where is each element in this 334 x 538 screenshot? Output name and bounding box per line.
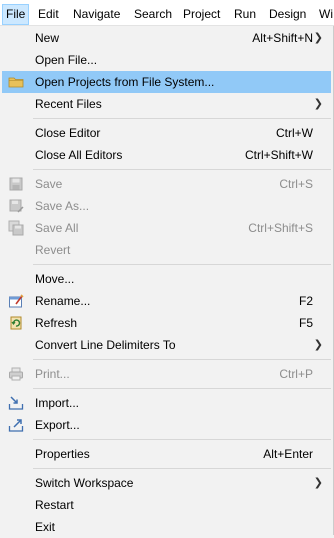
refresh-icon [10, 316, 22, 330]
menu-design-label: Design [269, 7, 307, 21]
menu-item-save-all[interactable]: Save All Ctrl+Shift+S [2, 217, 331, 239]
shortcut-label: Ctrl+W [276, 126, 313, 140]
menu-window-label: Wi [319, 7, 333, 21]
shortcut-label: Ctrl+S [279, 177, 313, 191]
submenu-arrow-icon: ❯ [313, 477, 323, 489]
menu-item-label: Open Projects from File System... [35, 75, 215, 89]
menu-project[interactable]: Project [180, 4, 223, 25]
menu-item-open-projects[interactable]: Open Projects from File System... [2, 71, 331, 93]
menu-item-label: Recent Files [35, 97, 102, 111]
menu-item-label: Refresh [35, 316, 78, 330]
menu-item-print[interactable]: Print... Ctrl+P [2, 363, 331, 385]
menu-run-label: Run [234, 7, 257, 21]
menu-item-recent-files[interactable]: Recent Files ❯ [2, 93, 331, 115]
menu-edit-label: Edit [38, 7, 59, 21]
menu-separator [33, 439, 331, 440]
menu-edit[interactable]: Edit [35, 4, 62, 25]
shortcut-label: Alt+Enter [263, 447, 313, 461]
menu-item-save[interactable]: Save Ctrl+S [2, 173, 331, 195]
shortcut-label: F5 [298, 316, 313, 330]
save-icon [9, 177, 23, 191]
export-icon [8, 419, 24, 432]
menu-item-restart[interactable]: Restart [2, 494, 331, 516]
print-icon [9, 367, 23, 381]
menu-item-label: Print... [35, 367, 70, 381]
menu-item-label: New [35, 31, 60, 45]
menu-item-new[interactable]: New Alt+Shift+N ❯ [2, 27, 331, 49]
menu-item-properties[interactable]: Properties Alt+Enter [2, 443, 331, 465]
menu-item-rename[interactable]: Rename... F2 [2, 290, 331, 312]
menu-item-convert-line-delimiters[interactable]: Convert Line Delimiters To ❯ [2, 334, 331, 356]
menu-item-label: Properties [35, 447, 90, 461]
menu-window[interactable]: Wi [316, 4, 334, 25]
shortcut-label: Ctrl+P [279, 367, 313, 381]
menu-item-label: Rename... [35, 294, 91, 308]
submenu-arrow-icon: ❯ [313, 339, 323, 351]
shortcut-label: Alt+Shift+N [252, 31, 313, 45]
menu-file[interactable]: File [2, 4, 30, 25]
menu-item-open-file[interactable]: Open File... [2, 49, 331, 71]
menu-separator [33, 118, 331, 119]
menu-separator [33, 388, 331, 389]
menu-separator [33, 468, 331, 469]
menu-separator [33, 169, 331, 170]
menu-separator [33, 359, 331, 360]
menu-item-label: Close All Editors [35, 148, 123, 162]
shortcut-label: Ctrl+Shift+S [248, 221, 313, 235]
menu-item-label: Convert Line Delimiters To [35, 338, 176, 352]
submenu-arrow-icon: ❯ [313, 32, 323, 44]
menu-navigate[interactable]: Navigate [70, 4, 123, 25]
menu-item-label: Revert [35, 243, 71, 257]
menu-item-export[interactable]: Export... [2, 414, 331, 436]
menu-item-label: Save [35, 177, 63, 191]
menu-item-close-editor[interactable]: Close Editor Ctrl+W [2, 122, 331, 144]
menu-separator [33, 264, 331, 265]
menu-item-switch-workspace[interactable]: Switch Workspace ❯ [2, 472, 331, 494]
shortcut-label: Ctrl+Shift+W [244, 148, 313, 162]
import-icon [8, 396, 24, 410]
menu-item-label: Save As... [35, 199, 90, 213]
menu-design[interactable]: Design [266, 4, 309, 25]
menu-navigate-label: Navigate [73, 7, 121, 21]
menu-item-refresh[interactable]: Refresh F5 [2, 312, 331, 334]
save-as-icon [9, 199, 24, 213]
menu-item-label: Switch Workspace [35, 476, 134, 490]
menu-item-label: Restart [35, 498, 74, 512]
menu-item-label: Save All [35, 221, 79, 235]
menu-item-import[interactable]: Import... [2, 392, 331, 414]
menu-item-label: Export... [35, 418, 80, 432]
menu-item-label: Open File... [35, 53, 98, 67]
menu-item-label: Move... [35, 272, 75, 286]
menu-search[interactable]: Search [131, 4, 175, 25]
menu-search-label: Search [134, 7, 173, 21]
menu-item-save-as[interactable]: Save As... [2, 195, 331, 217]
menu-item-move[interactable]: Move... [2, 268, 331, 290]
menu-item-label: Import... [35, 396, 80, 410]
menu-item-label: Close Editor [35, 126, 101, 140]
menu-item-close-all-editors[interactable]: Close All Editors Ctrl+Shift+W [2, 144, 331, 166]
submenu-arrow-icon: ❯ [313, 98, 323, 110]
save-all-icon [8, 220, 24, 236]
rename-icon [9, 294, 24, 308]
folder-icon [8, 77, 24, 88]
menu-item-revert[interactable]: Revert [2, 239, 331, 261]
menu-project-label: Project [183, 7, 221, 21]
menu-run[interactable]: Run [231, 4, 259, 25]
shortcut-label: F2 [298, 294, 313, 308]
menu-bar: File Edit Navigate Search Project Run De… [0, 0, 334, 26]
menu-file-label: File [6, 7, 26, 21]
file-menu-dropdown: New Alt+Shift+N ❯ Open File... Open Proj… [0, 26, 334, 535]
